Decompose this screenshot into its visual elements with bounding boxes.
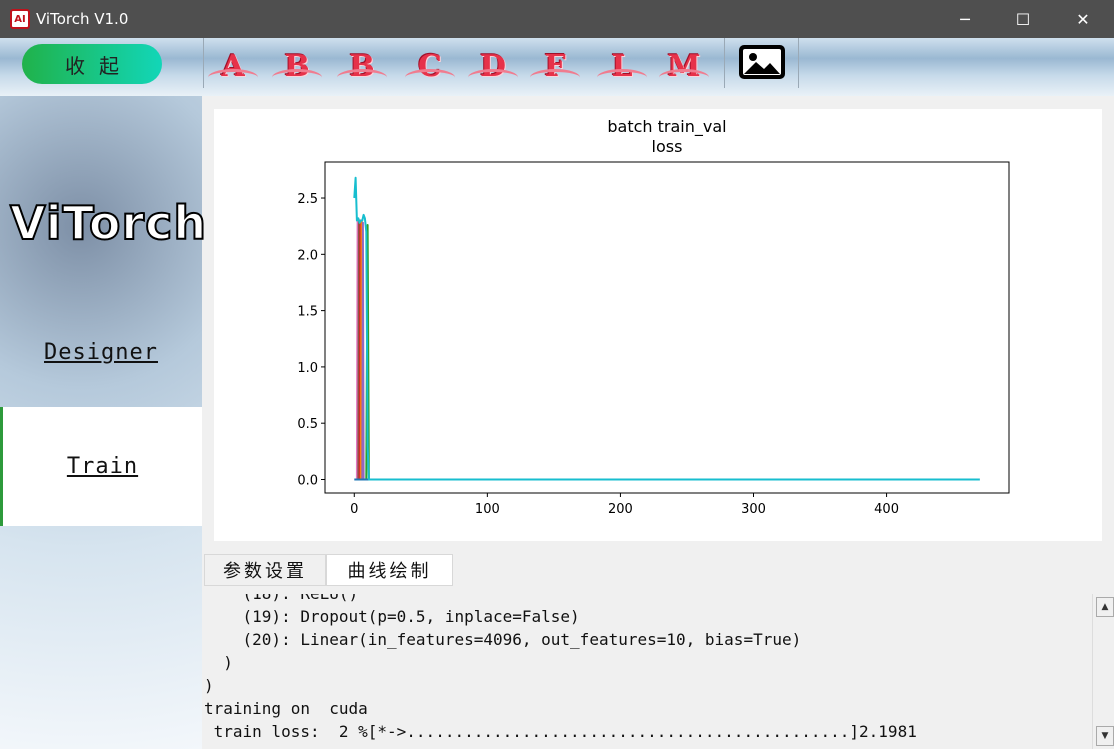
y-tick-label: 2.5 xyxy=(297,192,318,207)
series-line-4 xyxy=(361,221,365,480)
scroll-down-arrow-icon[interactable]: ▼ xyxy=(1096,726,1114,746)
x-tick-label: 300 xyxy=(741,502,766,517)
sidebar: ViTorch Designer Train xyxy=(0,96,207,749)
console-line: ) xyxy=(204,653,233,672)
x-tick-label: 400 xyxy=(874,502,899,517)
x-tick-label: 200 xyxy=(608,502,633,517)
tool-a-button[interactable]: A xyxy=(205,44,261,88)
image-button[interactable] xyxy=(738,44,786,80)
chart-title: batch train_val xyxy=(607,117,726,137)
console-scrollbar[interactable]: ▲ ▼ xyxy=(1092,594,1114,749)
y-tick-label: 0.5 xyxy=(297,417,318,432)
tool-b2-button[interactable]: B xyxy=(334,44,390,88)
image-icon xyxy=(739,45,785,79)
console-line: (19): Dropout(p=0.5, inplace=False) xyxy=(204,607,580,626)
tab-label: 曲线绘制 xyxy=(347,561,432,582)
chart-subtitle: loss xyxy=(652,137,683,156)
tab-params[interactable]: 参数设置 xyxy=(204,554,326,586)
minimize-button[interactable]: ─ xyxy=(942,0,988,38)
close-button[interactable]: ✕ xyxy=(1060,0,1106,38)
chart-panel: batch train_val loss 0 100 200 300 400 0.0 0.5… xyxy=(214,109,1102,541)
series-line-7 xyxy=(353,176,980,481)
console-line: (18): ReLU() xyxy=(204,594,359,605)
tool-d-button[interactable]: D xyxy=(465,44,521,88)
axes-frame xyxy=(324,161,1010,494)
tool-l-button[interactable]: L xyxy=(594,44,650,88)
console-output[interactable]: (18): ReLU() (19): Dropout(p=0.5, inplac… xyxy=(204,594,1092,749)
toolbar-divider xyxy=(203,38,204,88)
sidebar-item-label: Designer xyxy=(44,339,158,365)
toolbar: 收起 A B B C D F L M xyxy=(0,38,1114,96)
y-tick-label: 1.5 xyxy=(297,305,318,320)
collapse-button[interactable]: 收起 xyxy=(22,44,162,84)
chart-frame: batch train_val loss 0 100 200 300 400 0.0 0.5… xyxy=(204,99,1109,552)
vitorch-logo: ViTorch xyxy=(9,195,208,251)
scroll-up-arrow-icon[interactable]: ▲ xyxy=(1096,597,1114,617)
tool-f-button[interactable]: F xyxy=(527,44,583,88)
console-line: training on cuda xyxy=(204,699,368,718)
console-line: (20): Linear(in_features=4096, out_featu… xyxy=(204,630,802,649)
console-line: ) xyxy=(204,676,214,695)
tab-curve[interactable]: 曲线绘制 xyxy=(326,554,453,586)
y-tick-label: 0.0 xyxy=(297,473,318,488)
tool-m-button[interactable]: M xyxy=(656,44,712,88)
maximize-button[interactable]: ☐ xyxy=(1000,0,1046,38)
x-tick-label: 100 xyxy=(475,502,500,517)
tool-c-button[interactable]: C xyxy=(402,44,458,88)
sidebar-item-designer[interactable]: Designer xyxy=(0,300,202,404)
y-tick-label: 2.0 xyxy=(297,248,318,263)
app-icon: AI xyxy=(10,9,30,29)
console-line: train loss: 2 %[*->.....................… xyxy=(204,722,917,741)
tab-label: 参数设置 xyxy=(223,561,307,582)
title-bar: AI ViTorch V1.0 ─ ☐ ✕ xyxy=(0,0,1114,38)
toolbar-divider xyxy=(798,38,799,88)
sidebar-item-train[interactable]: Train xyxy=(0,407,202,526)
x-tick-label: 0 xyxy=(350,502,358,517)
tool-b-button[interactable]: B xyxy=(269,44,325,88)
window-title: ViTorch V1.0 xyxy=(36,10,129,28)
toolbar-divider xyxy=(724,38,725,88)
plot-area: 0 100 200 300 400 0.0 0.5 1.0 1.5 2.0 2.5 xyxy=(297,161,1010,517)
loss-chart: batch train_val loss 0 100 200 300 400 0.0 0.5… xyxy=(297,117,1010,517)
y-tick-label: 1.0 xyxy=(297,361,318,376)
sidebar-item-label: Train xyxy=(66,454,139,479)
